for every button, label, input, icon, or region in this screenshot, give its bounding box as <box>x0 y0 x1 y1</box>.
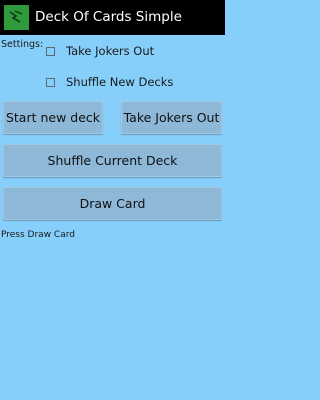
take-jokers-out-label: Take Jokers Out <box>66 44 155 58</box>
draw-card-button[interactable]: Draw Card <box>3 187 222 220</box>
shuffle-new-decks-checkbox[interactable] <box>46 77 55 87</box>
app-title: Deck Of Cards Simple <box>35 9 182 25</box>
take-jokers-out-checkbox[interactable] <box>46 46 55 56</box>
take-jokers-out-button[interactable]: Take Jokers Out <box>121 101 222 134</box>
take-jokers-out-option[interactable]: Take Jokers Out <box>46 42 154 60</box>
start-new-deck-button[interactable]: Start new deck <box>3 101 103 134</box>
shuffle-current-deck-button[interactable]: Shuffle Current Deck <box>3 144 222 177</box>
shuffle-new-decks-label: Shuffle New Decks <box>66 75 174 89</box>
app-cards-icon <box>4 5 29 30</box>
action-bar: Deck Of Cards Simple <box>0 0 225 35</box>
status-message: Press Draw Card <box>1 230 75 240</box>
shuffle-new-decks-option[interactable]: Shuffle New Decks <box>46 73 173 91</box>
settings-label: Settings: <box>1 39 44 50</box>
